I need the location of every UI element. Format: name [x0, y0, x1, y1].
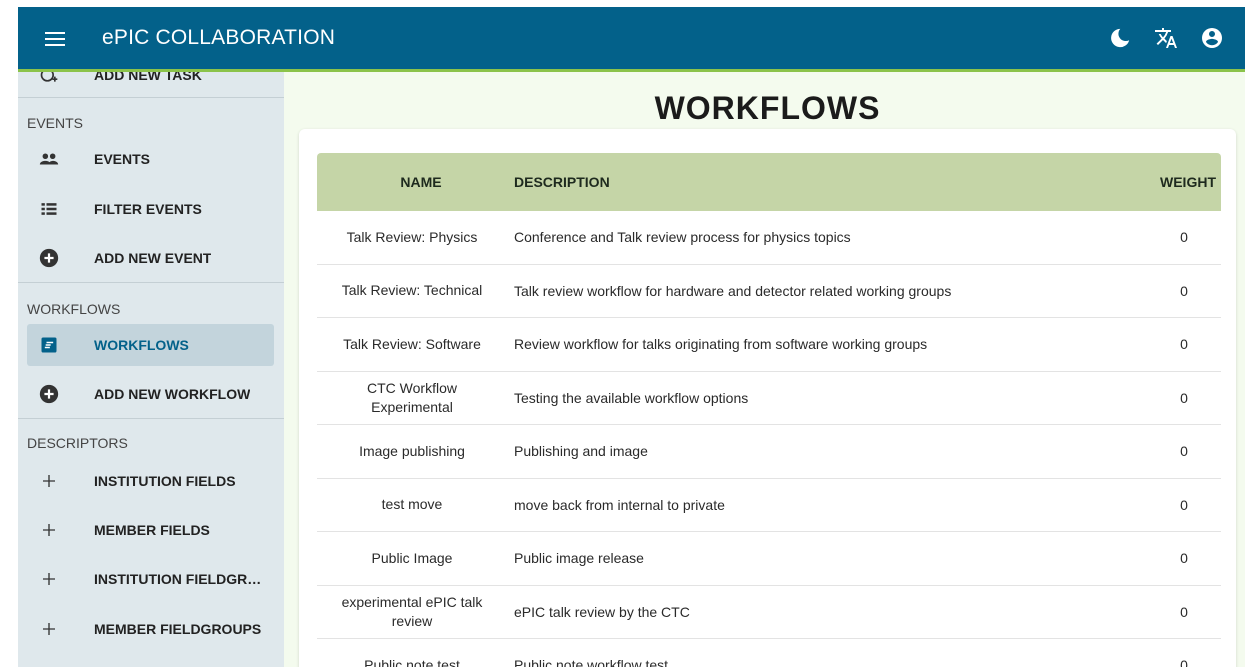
workflows-card: NAME DESCRIPTION WEIGHT Talk Review: Phy…: [299, 129, 1236, 667]
sidebar-item-label: ADD NEW EVENT: [94, 250, 212, 266]
dark-mode-moon-icon[interactable]: [1105, 23, 1135, 53]
table-row[interactable]: test move move back from internal to pri…: [317, 479, 1221, 532]
workflow-description: Publishing and image: [514, 443, 648, 460]
workflow-name: Talk Review: Technical: [341, 282, 483, 299]
workflow-name: Public note test: [364, 656, 460, 667]
workflow-weight: 0: [1180, 550, 1188, 567]
workflow-description: move back from internal to private: [514, 496, 725, 513]
add-task-icon: [37, 72, 61, 87]
plus-icon: [37, 469, 61, 493]
people-icon: [37, 147, 61, 171]
table-row[interactable]: experimental ePIC talk review ePIC talk …: [317, 586, 1221, 639]
workflow-weight: 0: [1180, 282, 1188, 299]
sidebar-divider: [18, 418, 284, 419]
workflow-description: Review workflow for talks originating fr…: [514, 336, 928, 353]
table-row[interactable]: Talk Review: Technical Talk review workf…: [317, 265, 1221, 318]
list-icon: [37, 197, 61, 221]
sidebar-item-institution-fieldgroups[interactable]: INSTITUTION FIELDGRO...: [18, 558, 284, 600]
sidebar-item-institution-fields[interactable]: INSTITUTION FIELDS: [18, 460, 284, 502]
sidebar-item-label: EVENTS: [94, 151, 151, 167]
sidebar-item-label: ADD NEW WORKFLOW: [94, 386, 251, 402]
sidebar-divider: [18, 282, 284, 283]
workflow-name: Talk Review: Software: [343, 335, 481, 352]
sidebar-item-label: MEMBER FIELDGROUPS: [94, 621, 262, 637]
workflow-weight: 0: [1180, 657, 1188, 667]
page-title: WORKFLOWS: [654, 90, 881, 126]
sidebar-item-add-new-event[interactable]: ADD NEW EVENT: [18, 237, 284, 279]
app-bar: ePIC COLLABORATION: [18, 7, 1245, 69]
sidebar-item-label: ADD NEW TASK: [94, 72, 202, 83]
table-row[interactable]: Public Image Public image release 0: [317, 532, 1221, 586]
workflow-weight: 0: [1180, 603, 1188, 620]
sidebar-item-filter-events[interactable]: FILTER EVENTS: [18, 188, 284, 230]
workflow-description: Public note workflow test: [514, 657, 669, 667]
column-header-name[interactable]: NAME: [317, 174, 507, 190]
table-row[interactable]: Talk Review: Physics Conference and Talk…: [317, 211, 1221, 265]
sidebar-item-add-new-workflow[interactable]: ADD NEW WORKFLOW: [18, 373, 284, 415]
sidebar-item-label: INSTITUTION FIELDS: [94, 473, 236, 489]
table-row[interactable]: CTC Workflow Experimental Testing the av…: [317, 372, 1221, 425]
menu-icon[interactable]: [45, 30, 67, 46]
add-circle-icon: [37, 382, 61, 406]
workflow-description: Conference and Talk review process for p…: [514, 229, 851, 246]
workflow-description: Testing the available workflow options: [514, 389, 749, 406]
workflow-weight: 0: [1180, 336, 1188, 353]
workflow-name: Talk Review: Physics: [346, 228, 478, 245]
table-header: NAME DESCRIPTION WEIGHT: [317, 153, 1221, 211]
sidebar-item-member-fields[interactable]: MEMBER FIELDS: [18, 509, 284, 551]
sidebar-section-descriptors: DESCRIPTORS: [27, 435, 128, 451]
add-circle-icon: [37, 246, 61, 270]
workflow-name: experimental ePIC talk review: [341, 593, 483, 629]
sidebar-item-label: FILTER EVENTS: [94, 201, 202, 217]
workflow-description: Talk review workflow for hardware and de…: [514, 282, 952, 299]
app-title: ePIC COLLABORATION: [102, 26, 336, 49]
workflow-icon: [37, 333, 61, 357]
sidebar: ADD NEW TASK EVENTS EVENTS FILTER EVENTS…: [18, 72, 284, 667]
workflow-description: ePIC talk review by the CTC: [514, 603, 690, 620]
workflow-name: Image publishing: [359, 442, 465, 459]
translate-icon[interactable]: [1151, 23, 1181, 53]
sidebar-section-workflows: WORKFLOWS: [27, 301, 121, 317]
sidebar-item-label: INSTITUTION FIELDGRO...: [94, 571, 264, 587]
sidebar-item-add-new-task[interactable]: ADD NEW TASK: [18, 72, 284, 96]
workflow-weight: 0: [1180, 229, 1188, 246]
workflow-weight: 0: [1180, 496, 1188, 513]
sidebar-item-workflows[interactable]: WORKFLOWS: [27, 324, 274, 366]
column-header-description[interactable]: DESCRIPTION: [507, 174, 1127, 190]
main-content: WORKFLOWS NAME DESCRIPTION WEIGHT Talk R…: [284, 72, 1245, 667]
workflow-weight: 0: [1180, 443, 1188, 460]
workflow-description: Public image release: [514, 550, 644, 567]
workflow-name: CTC Workflow Experimental: [367, 379, 457, 415]
sidebar-divider: [18, 97, 284, 98]
plus-icon: [37, 567, 61, 591]
workflows-table: NAME DESCRIPTION WEIGHT Talk Review: Phy…: [317, 153, 1221, 667]
column-header-weight[interactable]: WEIGHT: [1127, 174, 1221, 190]
workflow-name: test move: [381, 496, 443, 513]
sidebar-item-label: WORKFLOWS: [94, 337, 189, 353]
sidebar-item-member-fieldgroups[interactable]: MEMBER FIELDGROUPS: [18, 608, 284, 650]
plus-icon: [37, 518, 61, 542]
window-edge: [0, 0, 18, 667]
app-bar-actions: [1089, 7, 1227, 69]
table-row[interactable]: Image publishing Publishing and image 0: [317, 425, 1221, 479]
sidebar-item-label: MEMBER FIELDS: [94, 522, 210, 538]
table-row[interactable]: Public note test Public note workflow te…: [317, 639, 1221, 667]
sidebar-item-events[interactable]: EVENTS: [18, 138, 284, 180]
account-circle-icon[interactable]: [1197, 23, 1227, 53]
plus-icon: [37, 617, 61, 641]
sidebar-section-events: EVENTS: [27, 115, 84, 131]
workflow-name: Public Image: [371, 549, 453, 566]
table-row[interactable]: Talk Review: Software Review workflow fo…: [317, 318, 1221, 372]
workflow-weight: 0: [1180, 389, 1188, 406]
